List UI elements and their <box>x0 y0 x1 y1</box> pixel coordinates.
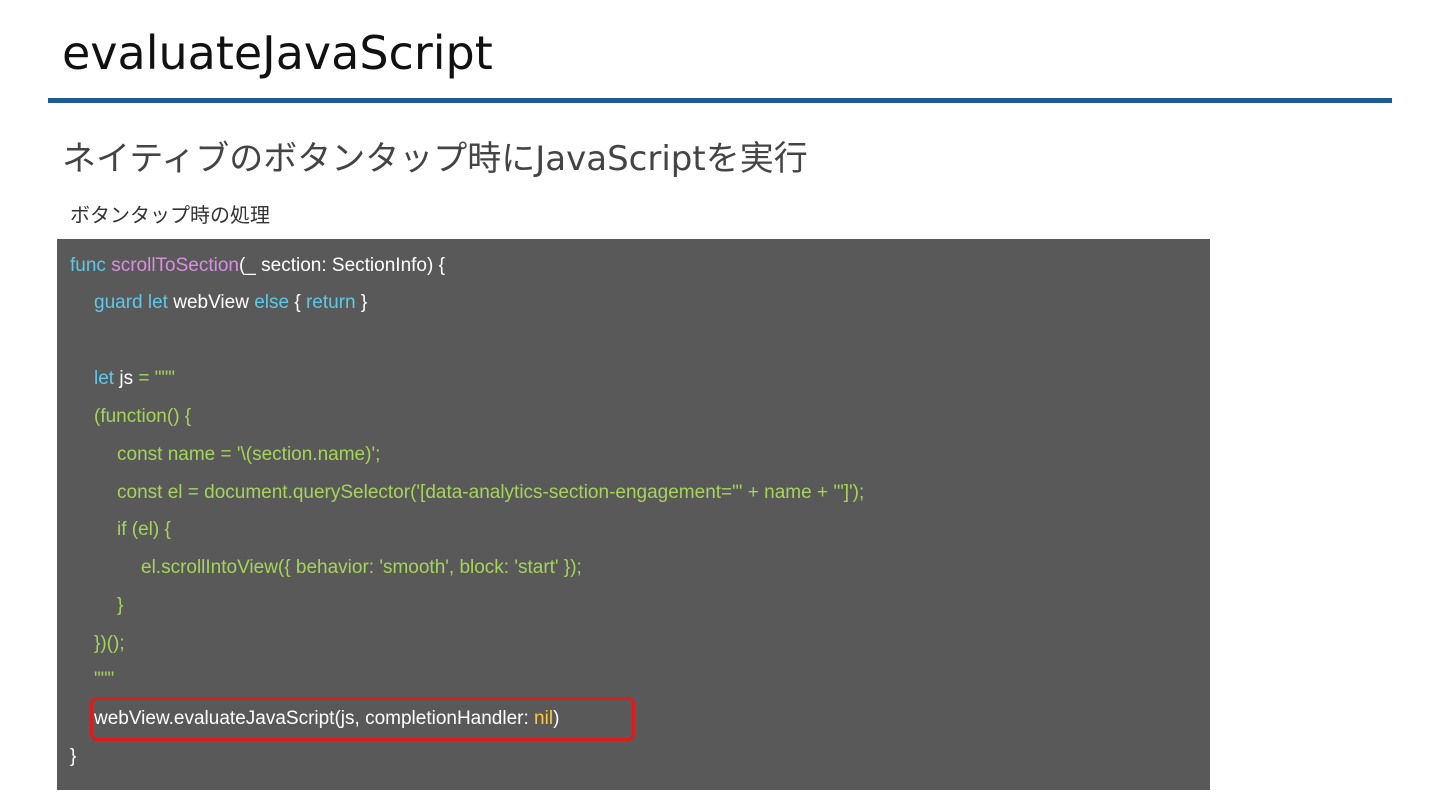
title-divider <box>48 98 1392 103</box>
code-line-const-name: const name = '\(section.name)'; <box>117 444 381 465</box>
highlight-box <box>90 697 635 741</box>
guard-variable: webView <box>167 292 255 313</box>
keyword-guard-let: guard let <box>94 292 168 313</box>
guard-brace-close: } <box>355 292 368 313</box>
function-name: scrollToSection <box>111 255 239 276</box>
code-line-if-el: if (el) { <box>117 519 171 540</box>
js-variable: js <box>114 368 139 389</box>
slide-heading: ネイティブのボタンタップ時にJavaScriptを実行 <box>62 139 808 179</box>
code-line-scroll-into-view: el.scrollIntoView({ behavior: 'smooth', … <box>141 557 582 578</box>
code-line-const-el: const el = document.querySelector('[data… <box>117 482 865 503</box>
keyword-else: else <box>254 292 290 313</box>
code-line-guard: guard let webView else { return } <box>94 284 367 322</box>
code-line-func-declaration: func scrollToSection(_ section: SectionI… <box>70 247 445 285</box>
keyword-return: return <box>305 292 356 313</box>
code-line-let-js: let js = """ <box>94 360 175 398</box>
keyword-func: func <box>70 255 106 276</box>
code-line-iife-close: })(); <box>94 633 125 654</box>
code-caption: ボタンタップ時の処理 <box>70 203 270 227</box>
function-signature: (_ section: SectionInfo) { <box>238 255 445 276</box>
code-line-string-close: """ <box>94 669 115 690</box>
keyword-let: let <box>94 368 115 389</box>
guard-brace-open: { <box>289 292 306 313</box>
code-line-if-close: } <box>117 595 124 616</box>
code-line-func-close: } <box>70 746 77 767</box>
multiline-string-open: = """ <box>138 368 175 389</box>
slide-title: evaluateJavaScript <box>62 26 493 80</box>
code-line-iife-open: (function() { <box>94 406 192 427</box>
